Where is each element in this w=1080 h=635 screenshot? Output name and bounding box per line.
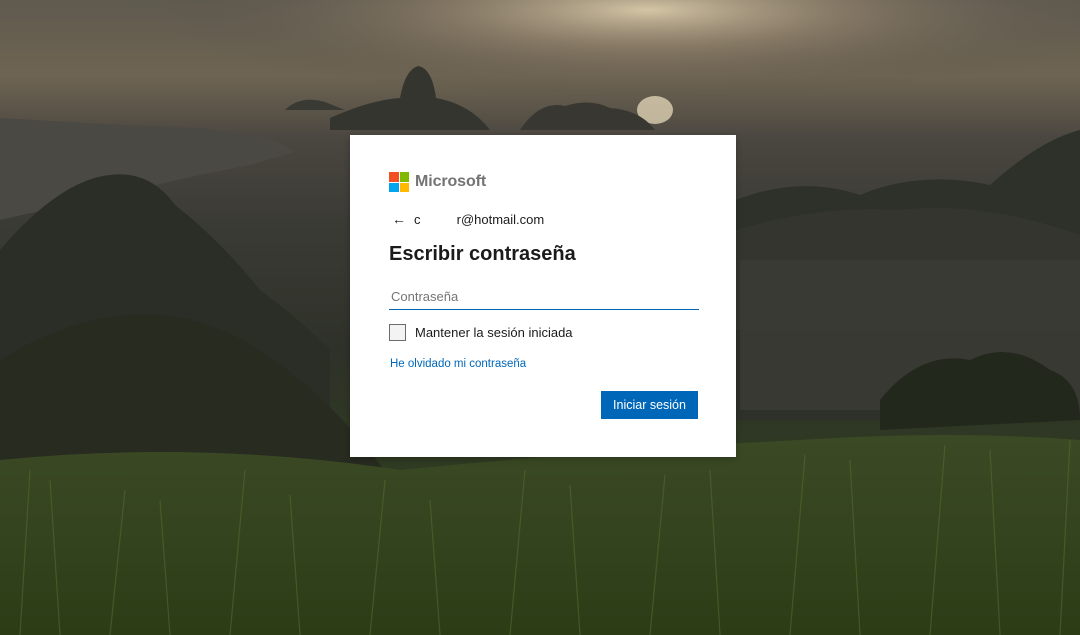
keep-signed-in-label: Mantener la sesión iniciada <box>415 325 573 340</box>
microsoft-logo: Microsoft <box>389 172 486 192</box>
keep-signed-in[interactable]: Mantener la sesión iniciada <box>389 324 573 341</box>
account-email: c r@hotmail.com <box>414 211 545 227</box>
signin-card: Microsoft ← c r@hotmail.com Escribir con… <box>350 135 736 457</box>
arrow-left-icon[interactable]: ← <box>392 211 406 227</box>
signin-button[interactable]: Iniciar sesión <box>601 391 698 419</box>
keep-signed-in-checkbox[interactable] <box>389 324 406 341</box>
identity-banner: ← c r@hotmail.com <box>392 211 544 227</box>
page-title: Escribir contraseña <box>389 243 576 265</box>
password-input[interactable] <box>389 283 699 310</box>
forgot-password-link[interactable]: He olvidado mi contraseña <box>390 358 526 370</box>
brand-name: Microsoft <box>415 173 487 190</box>
microsoft-logo-icon <box>389 172 409 192</box>
